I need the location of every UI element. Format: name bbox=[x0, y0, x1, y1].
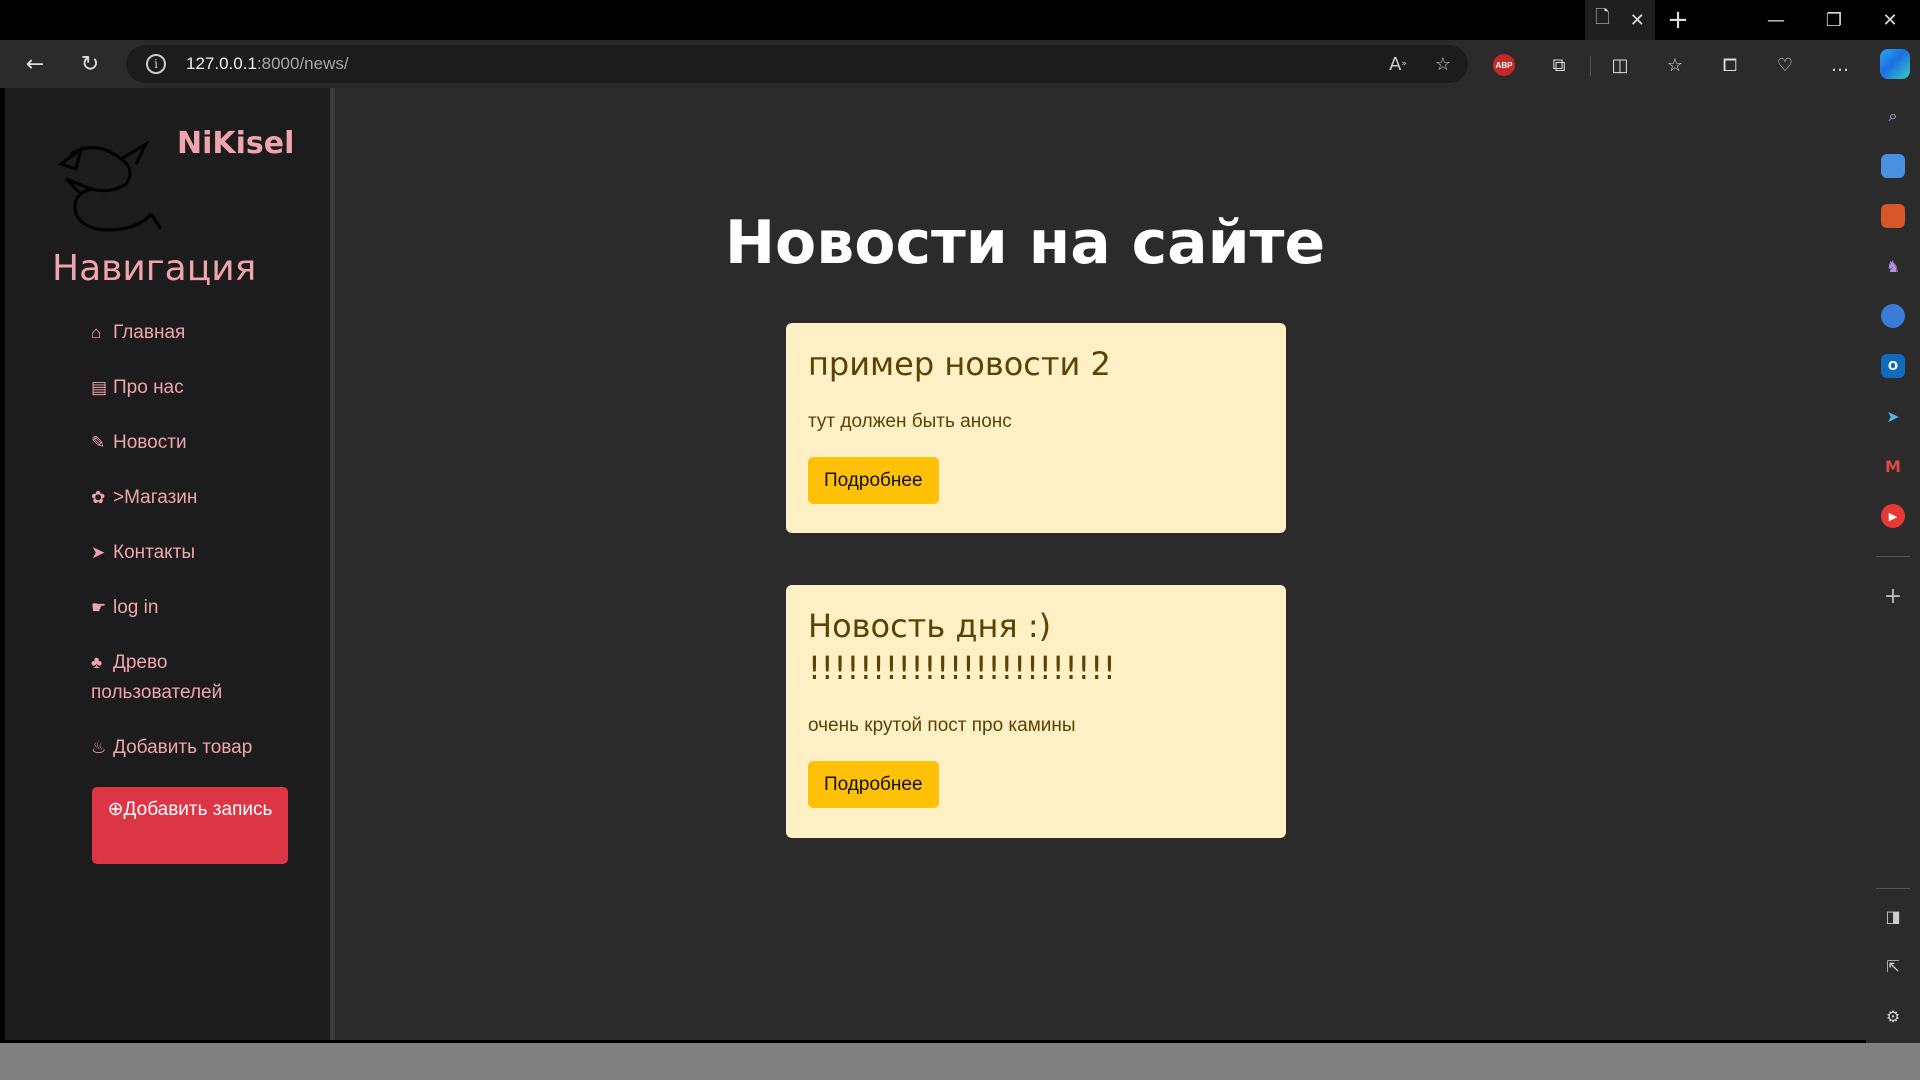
news-summary: очень крутой пост про камины bbox=[808, 715, 1076, 736]
sidebar-divider bbox=[1876, 556, 1910, 557]
news-title: Новость дня :) !!!!!!!!!!!!!!!!!!!!!!!! bbox=[808, 607, 1116, 687]
page-viewport: NiKisel Навигация ⌂ Главная ▤ Про нас ✎ Нов… bbox=[5, 88, 1866, 1040]
extensions-icon[interactable]: ⧉ bbox=[1545, 52, 1573, 78]
address-bar[interactable]: i 127.0.0.1:8000/news/ A» ☆ bbox=[126, 45, 1468, 83]
browser-tab[interactable]: 🗋 ✕ bbox=[1585, 0, 1655, 40]
collections-icon[interactable]: ⧠ bbox=[1716, 52, 1744, 78]
settings-gear-icon[interactable]: ⚙ bbox=[1881, 1004, 1905, 1028]
nav-item-add-product[interactable]: ♨ Добавить товар bbox=[91, 733, 301, 763]
read-more-button[interactable]: Подробнее bbox=[808, 457, 939, 504]
hide-sidebar-icon[interactable]: ◨ bbox=[1881, 904, 1905, 928]
fire-icon: ♨ bbox=[91, 738, 107, 757]
read-aloud-icon[interactable]: A» bbox=[1386, 52, 1410, 76]
open-external-icon[interactable]: ⇱ bbox=[1881, 954, 1905, 978]
site-sidebar: NiKisel Навигация ⌂ Главная ▤ Про нас ✎ Нов… bbox=[5, 88, 335, 1040]
more-menu-icon[interactable]: … bbox=[1826, 52, 1854, 78]
close-tab-icon[interactable]: ✕ bbox=[1630, 10, 1645, 31]
nav-heading: Навигация bbox=[52, 248, 257, 289]
new-tab-button[interactable]: + bbox=[1660, 0, 1696, 40]
taskbar-strip bbox=[0, 1043, 1920, 1080]
restore-button[interactable]: ❐ bbox=[1806, 0, 1862, 40]
title-bar: 🗋 ✕ + — ❐ ✕ bbox=[0, 0, 1920, 40]
sidebar-divider bbox=[1876, 888, 1910, 889]
add-icon[interactable]: + bbox=[1881, 584, 1905, 609]
nav-item-news[interactable]: ✎ Новости bbox=[91, 428, 301, 458]
adblock-plus-icon[interactable]: ABP bbox=[1493, 54, 1515, 76]
nav-item-user-tree[interactable]: ♣ Древо пользователей bbox=[91, 648, 301, 708]
nav-item-login[interactable]: ☛ log in bbox=[91, 593, 301, 623]
nav-item-home[interactable]: ⌂ Главная bbox=[91, 318, 301, 348]
page-title: Новости на сайте bbox=[724, 208, 1326, 278]
youtube-music-icon[interactable]: ▶ bbox=[1881, 504, 1905, 528]
favorite-star-icon[interactable]: ☆ bbox=[1431, 52, 1455, 76]
browser-essentials-icon[interactable]: ♡ bbox=[1771, 52, 1799, 78]
add-post-label: Добавить запись bbox=[123, 799, 273, 820]
favorites-icon[interactable]: ☆ bbox=[1661, 52, 1689, 78]
news-title: пример новости 2 bbox=[808, 345, 1111, 383]
back-arrow-icon[interactable]: ← bbox=[17, 48, 53, 80]
games-icon[interactable]: ♞ bbox=[1881, 254, 1905, 278]
paperclip-icon: ✎ bbox=[91, 433, 106, 452]
close-window-button[interactable]: ✕ bbox=[1862, 0, 1918, 40]
id-card-icon: ▤ bbox=[91, 378, 108, 397]
page-icon: 🗋 bbox=[1595, 7, 1610, 28]
nav-item-about[interactable]: ▤ Про нас bbox=[91, 373, 301, 403]
nav-list: ⌂ Главная ▤ Про нас ✎ Новости ✿ >Магазин ➤ Ко… bbox=[91, 318, 301, 788]
site-brand[interactable]: NiKisel bbox=[177, 126, 294, 161]
split-screen-icon[interactable]: ◫ bbox=[1606, 52, 1634, 78]
browser-toolbar: ← ↻ i 127.0.0.1:8000/news/ A» ☆ ABP ⧉ ◫ … bbox=[0, 40, 1920, 88]
shopping-tag-icon[interactable] bbox=[1881, 154, 1905, 178]
gmail-icon[interactable]: M bbox=[1881, 454, 1905, 478]
dragon-logo bbox=[57, 140, 163, 232]
news-card: пример новости 2 тут должен быть анонс П… bbox=[786, 323, 1286, 533]
plus-circle-icon: ⊕ bbox=[107, 799, 124, 820]
site-info-icon[interactable]: i bbox=[146, 54, 166, 74]
news-card: Новость дня :) !!!!!!!!!!!!!!!!!!!!!!!! … bbox=[786, 585, 1286, 838]
shoe-prints-icon: ☛ bbox=[91, 598, 107, 617]
nav-item-shop[interactable]: ✿ >Магазин bbox=[91, 483, 301, 513]
news-summary: тут должен быть анонс bbox=[808, 411, 1012, 432]
edge-sidebar: ⌕ ♞ O ➤ M ▶ + ◨ ⇱ ⚙ bbox=[1866, 88, 1920, 1043]
tools-briefcase-icon[interactable] bbox=[1881, 204, 1905, 228]
send-icon[interactable]: ➤ bbox=[1881, 404, 1905, 428]
read-more-button[interactable]: Подробнее bbox=[808, 761, 939, 808]
refresh-icon[interactable]: ↻ bbox=[72, 48, 108, 80]
home-icon: ⌂ bbox=[91, 323, 102, 342]
cubes-icon: ✿ bbox=[91, 488, 106, 507]
search-icon[interactable]: ⌕ bbox=[1881, 104, 1905, 128]
add-post-button[interactable]: ⊕Добавить запись bbox=[92, 787, 288, 864]
url-text[interactable]: 127.0.0.1:8000/news/ bbox=[186, 54, 349, 74]
copilot-sidebar-icon[interactable] bbox=[1881, 304, 1905, 328]
tree-icon: ♣ bbox=[91, 653, 103, 672]
nav-item-contacts[interactable]: ➤ Контакты bbox=[91, 538, 301, 568]
minimize-button[interactable]: — bbox=[1748, 0, 1804, 40]
outlook-icon[interactable]: O bbox=[1881, 354, 1905, 378]
paper-plane-icon: ➤ bbox=[91, 543, 106, 562]
toolbar-divider bbox=[1590, 56, 1591, 76]
main-content: Новости на сайте пример новости 2 тут до… bbox=[340, 88, 1866, 1040]
copilot-icon[interactable] bbox=[1880, 49, 1910, 79]
